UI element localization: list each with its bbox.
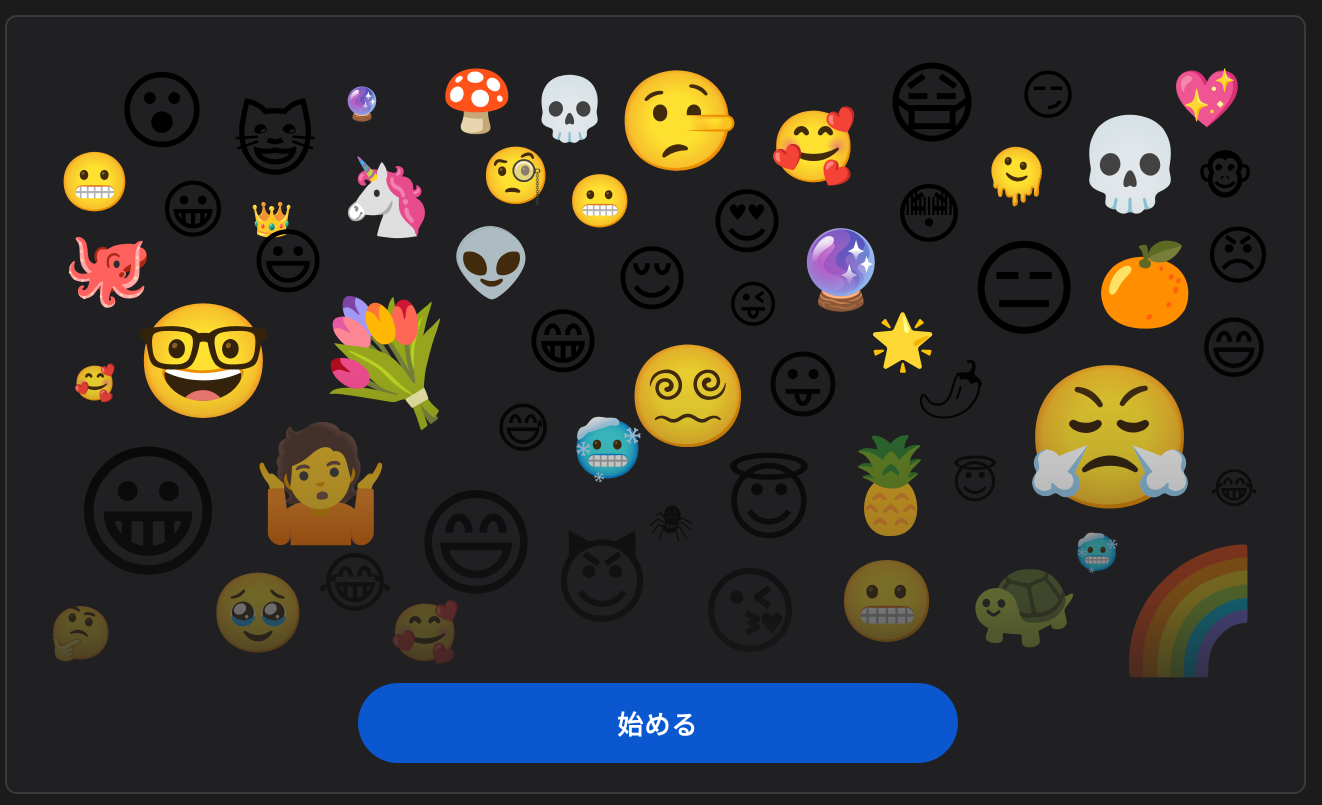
flushed-face-icon: 😳 <box>894 176 964 253</box>
open-mouth-icon: 😮 <box>117 62 207 162</box>
nerd-face-icon: 🤓 <box>134 297 274 427</box>
thinking-face-icon: 🤔 <box>48 604 114 664</box>
crystal-ball-icon: 🔮 <box>793 225 889 314</box>
melting-face-icon: 🫠 <box>983 145 1051 208</box>
holding-tears-icon: 🥹 <box>209 569 307 659</box>
emoji-collage: 😮 😺 🔮 🍄 💀 🤥 😷 😏 💖 😬 🦄 🧐 🥰 💀 🫠 🐵 😀 👑 😃 😬 😍 😳 🐙 👽 😌 🔮 😑 🍊 😠 😜 🤓 💐 😁 🌟 😄 🌶 🥰 😵‍💫… <box>7 17 1304 792</box>
unicorn-icon: 🦄 <box>339 152 435 241</box>
start-button[interactable]: 始める <box>358 683 958 763</box>
tears-grin-icon: 😂 <box>316 545 394 622</box>
spider-icon: 🕷 <box>648 504 694 545</box>
monocle-face-icon: 🧐 <box>481 144 551 209</box>
tongue-out-icon: 😛 <box>764 343 842 429</box>
smiling-hearts-small-icon: 🥰 <box>73 364 117 404</box>
kissing-heart-icon: 😘 <box>699 556 801 668</box>
cold-face-icon: 🥶 <box>571 415 645 483</box>
mushroom-icon: 🍄 <box>439 67 515 137</box>
grimacing-face-small-icon: 😬 <box>58 148 132 216</box>
tangerine-icon: 🍊 <box>1095 238 1195 331</box>
alien-icon: 👽 <box>450 225 534 302</box>
grimace-closed-icon: 😬 <box>837 555 937 648</box>
hearts-grin-icon: 🥰 <box>390 601 460 666</box>
skull-small-icon: 💀 <box>531 72 609 145</box>
cold-face-small-icon: 🥶 <box>1074 533 1120 574</box>
heart-eyes-icon: 😍 <box>709 180 785 264</box>
dizzy-face-icon: 😵‍💫 <box>625 338 751 455</box>
bouquet-icon: 💐 <box>311 293 459 431</box>
triumph-face-icon: 😤 <box>1022 357 1198 520</box>
pensive-grin-icon: 😁 <box>525 300 601 384</box>
grinning-face-crown-icon: 😃 <box>250 220 326 304</box>
winking-tongue-icon: 😜 <box>726 276 780 334</box>
octopus-icon: 🐙 <box>63 226 153 310</box>
crystal-ball-small-icon: 🔮 <box>342 85 382 123</box>
skull-large-icon: 💀 <box>1073 112 1187 217</box>
grinning-cat-icon: 😺 <box>233 95 317 188</box>
rainbow-icon: 🌈 <box>1114 542 1264 681</box>
grinning-squint-icon: 😄 <box>1198 310 1270 389</box>
lying-face-icon: 🤥 <box>615 65 739 179</box>
monkey-face-icon: 🐵 <box>1196 148 1254 206</box>
sweat-grin-icon: 😅 <box>494 397 552 460</box>
grinning-eyes-icon: 😀 <box>71 429 225 599</box>
expressionless-face-icon: 😑 <box>968 228 1080 351</box>
shrug-blob-icon: 🤷 <box>251 419 391 549</box>
smiling-face-icon: 😀 <box>159 174 227 248</box>
halo-small-icon: 😇 <box>951 455 999 509</box>
smirk-face-icon: 😏 <box>1019 64 1077 127</box>
pineapple-icon: 🍍 <box>833 432 949 539</box>
emoji-onboarding-panel: 😮 😺 🔮 🍄 💀 🤥 😷 😏 💖 😬 🦄 🧐 🥰 💀 🫠 🐵 😀 👑 😃 😬 😍 😳 🐙 👽 😌 🔮 😑 🍊 😠 😜 🤓 💐 😁 🌟 😄 🌶 🥰 😵‍💫… <box>5 15 1306 794</box>
relieved-face-icon: 😌 <box>614 237 690 321</box>
devil-grin-icon: 😈 <box>553 529 651 638</box>
halo-face-icon: 😇 <box>724 453 814 553</box>
mask-face-icon: 😷 <box>885 52 979 157</box>
angry-face-icon: 😠 <box>1204 220 1272 294</box>
tears-of-joy-icon: 😂 <box>1209 464 1259 513</box>
turtle-icon: 🐢 <box>967 549 1081 654</box>
smiling-hearts-face-icon: 🥰 <box>770 106 858 188</box>
pepper-icon: 🌶 <box>914 355 988 423</box>
grimacing-face-icon: 😬 <box>567 172 633 232</box>
beaming-face-icon: 😄 <box>414 475 538 613</box>
